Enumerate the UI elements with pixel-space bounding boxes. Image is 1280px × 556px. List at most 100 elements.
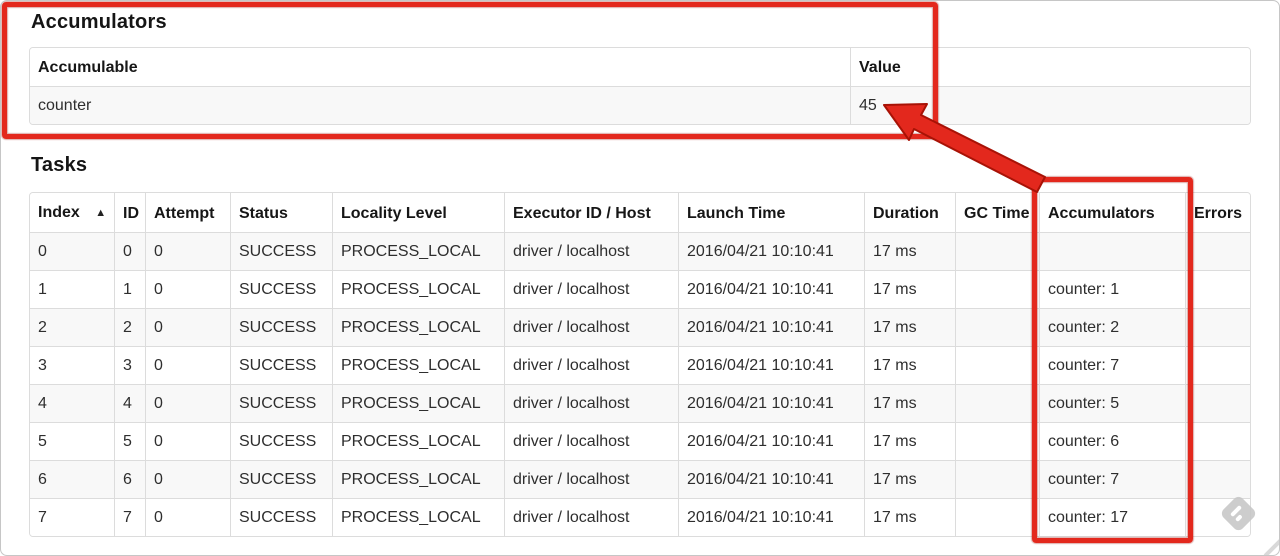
tasks-header-accumulators[interactable]: Accumulators bbox=[1039, 193, 1185, 232]
cell-accumulators: counter: 7 bbox=[1039, 460, 1185, 498]
cell-status: SUCCESS bbox=[230, 270, 332, 308]
cell-accumulable-value: 45 bbox=[850, 86, 1250, 124]
cell-accumulators: counter: 1 bbox=[1039, 270, 1185, 308]
accumulators-table: Accumulable Value counter 45 bbox=[29, 47, 1251, 125]
cell-attempt: 0 bbox=[145, 498, 230, 536]
cell-duration: 17 ms bbox=[864, 498, 955, 536]
cell-id: 4 bbox=[114, 384, 145, 422]
cell-gc-time bbox=[955, 498, 1039, 536]
cell-status: SUCCESS bbox=[230, 498, 332, 536]
cell-id: 3 bbox=[114, 346, 145, 384]
cell-accumulators: counter: 5 bbox=[1039, 384, 1185, 422]
cell-index: 6 bbox=[30, 460, 114, 498]
cell-locality-level: PROCESS_LOCAL bbox=[332, 422, 504, 460]
tasks-header-launch-time[interactable]: Launch Time bbox=[678, 193, 864, 232]
cell-id: 2 bbox=[114, 308, 145, 346]
cell-duration: 17 ms bbox=[864, 346, 955, 384]
cell-id: 6 bbox=[114, 460, 145, 498]
cell-launch-time: 2016/04/21 10:10:41 bbox=[678, 232, 864, 270]
cell-attempt: 0 bbox=[145, 308, 230, 346]
cell-errors bbox=[1185, 270, 1250, 308]
cell-locality-level: PROCESS_LOCAL bbox=[332, 232, 504, 270]
tasks-header-row: Index ▲ ID Attempt Status Locality Level… bbox=[30, 193, 1250, 232]
cell-locality-level: PROCESS_LOCAL bbox=[332, 346, 504, 384]
tasks-table-body: 0 0 0 SUCCESS PROCESS_LOCAL driver / localhos… bbox=[30, 232, 1250, 536]
cell-accumulators: counter: 17 bbox=[1039, 498, 1185, 536]
cell-gc-time bbox=[955, 232, 1039, 270]
cell-status: SUCCESS bbox=[230, 460, 332, 498]
tasks-header-attempt[interactable]: Attempt bbox=[145, 193, 230, 232]
cell-accumulators bbox=[1039, 232, 1185, 270]
cell-index: 0 bbox=[30, 232, 114, 270]
cell-executor-id-host: driver / localhost bbox=[504, 384, 678, 422]
cell-launch-time: 2016/04/21 10:10:41 bbox=[678, 384, 864, 422]
cell-index: 7 bbox=[30, 498, 114, 536]
cell-errors bbox=[1185, 422, 1250, 460]
cell-executor-id-host: driver / localhost bbox=[504, 270, 678, 308]
tasks-header-duration[interactable]: Duration bbox=[864, 193, 955, 232]
cell-executor-id-host: driver / localhost bbox=[504, 422, 678, 460]
cell-errors bbox=[1185, 346, 1250, 384]
task-row-6: 6 6 0 SUCCESS PROCESS_LOCAL driver / localhos… bbox=[30, 460, 1250, 498]
cell-errors bbox=[1185, 232, 1250, 270]
cell-errors bbox=[1185, 460, 1250, 498]
tasks-header-status[interactable]: Status bbox=[230, 193, 332, 232]
tasks-table: Index ▲ ID Attempt Status Locality Level… bbox=[29, 192, 1251, 537]
cell-accumulators: counter: 7 bbox=[1039, 346, 1185, 384]
task-row-3: 3 3 0 SUCCESS PROCESS_LOCAL driver / localhos… bbox=[30, 346, 1250, 384]
tasks-header-gc-time[interactable]: GC Time bbox=[955, 193, 1039, 232]
cell-launch-time: 2016/04/21 10:10:41 bbox=[678, 270, 864, 308]
cell-locality-level: PROCESS_LOCAL bbox=[332, 308, 504, 346]
cell-index: 3 bbox=[30, 346, 114, 384]
cell-duration: 17 ms bbox=[864, 460, 955, 498]
cell-status: SUCCESS bbox=[230, 308, 332, 346]
cell-executor-id-host: driver / localhost bbox=[504, 308, 678, 346]
cell-launch-time: 2016/04/21 10:10:41 bbox=[678, 346, 864, 384]
cell-attempt: 0 bbox=[145, 232, 230, 270]
cell-duration: 17 ms bbox=[864, 232, 955, 270]
cell-index: 5 bbox=[30, 422, 114, 460]
cell-errors bbox=[1185, 308, 1250, 346]
cell-executor-id-host: driver / localhost bbox=[504, 346, 678, 384]
cell-launch-time: 2016/04/21 10:10:41 bbox=[678, 498, 864, 536]
cell-gc-time bbox=[955, 422, 1039, 460]
cell-launch-time: 2016/04/21 10:10:41 bbox=[678, 308, 864, 346]
accumulator-row: counter 45 bbox=[30, 86, 1250, 124]
tasks-header-executor-id-host[interactable]: Executor ID / Host bbox=[504, 193, 678, 232]
sort-ascending-icon: ▲ bbox=[95, 207, 107, 219]
cell-errors bbox=[1185, 384, 1250, 422]
cell-locality-level: PROCESS_LOCAL bbox=[332, 384, 504, 422]
cell-accumulable-name: counter bbox=[30, 86, 850, 124]
tasks-header-errors[interactable]: Errors bbox=[1185, 193, 1250, 232]
spark-ui-stage-page: Accumulators Accumulable Value counter 4… bbox=[0, 0, 1280, 556]
task-row-2: 2 2 0 SUCCESS PROCESS_LOCAL driver / localhos… bbox=[30, 308, 1250, 346]
task-row-1: 1 1 0 SUCCESS PROCESS_LOCAL driver / localhos… bbox=[30, 270, 1250, 308]
cell-index: 1 bbox=[30, 270, 114, 308]
value-column-header: Value bbox=[850, 48, 1250, 86]
cell-locality-level: PROCESS_LOCAL bbox=[332, 498, 504, 536]
cell-attempt: 0 bbox=[145, 460, 230, 498]
cell-attempt: 0 bbox=[145, 270, 230, 308]
tasks-header-index[interactable]: Index ▲ bbox=[30, 193, 114, 232]
cell-id: 0 bbox=[114, 232, 145, 270]
cell-index: 2 bbox=[30, 308, 114, 346]
cell-gc-time bbox=[955, 460, 1039, 498]
page-content: Accumulators Accumulable Value counter 4… bbox=[1, 1, 1279, 537]
accumulators-section-title: Accumulators bbox=[31, 11, 167, 33]
cell-locality-level: PROCESS_LOCAL bbox=[332, 270, 504, 308]
cell-launch-time: 2016/04/21 10:10:41 bbox=[678, 422, 864, 460]
cell-gc-time bbox=[955, 384, 1039, 422]
cell-duration: 17 ms bbox=[864, 422, 955, 460]
cell-status: SUCCESS bbox=[230, 232, 332, 270]
accumulable-column-header: Accumulable bbox=[30, 48, 850, 86]
tasks-header-index-label: Index bbox=[38, 204, 80, 221]
tasks-header-id[interactable]: ID bbox=[114, 193, 145, 232]
cell-launch-time: 2016/04/21 10:10:41 bbox=[678, 460, 864, 498]
cell-id: 7 bbox=[114, 498, 145, 536]
cell-errors bbox=[1185, 498, 1250, 536]
task-row-0: 0 0 0 SUCCESS PROCESS_LOCAL driver / localhos… bbox=[30, 232, 1250, 270]
cell-index: 4 bbox=[30, 384, 114, 422]
tasks-header-locality-level[interactable]: Locality Level bbox=[332, 193, 504, 232]
cell-gc-time bbox=[955, 308, 1039, 346]
cell-accumulators: counter: 6 bbox=[1039, 422, 1185, 460]
